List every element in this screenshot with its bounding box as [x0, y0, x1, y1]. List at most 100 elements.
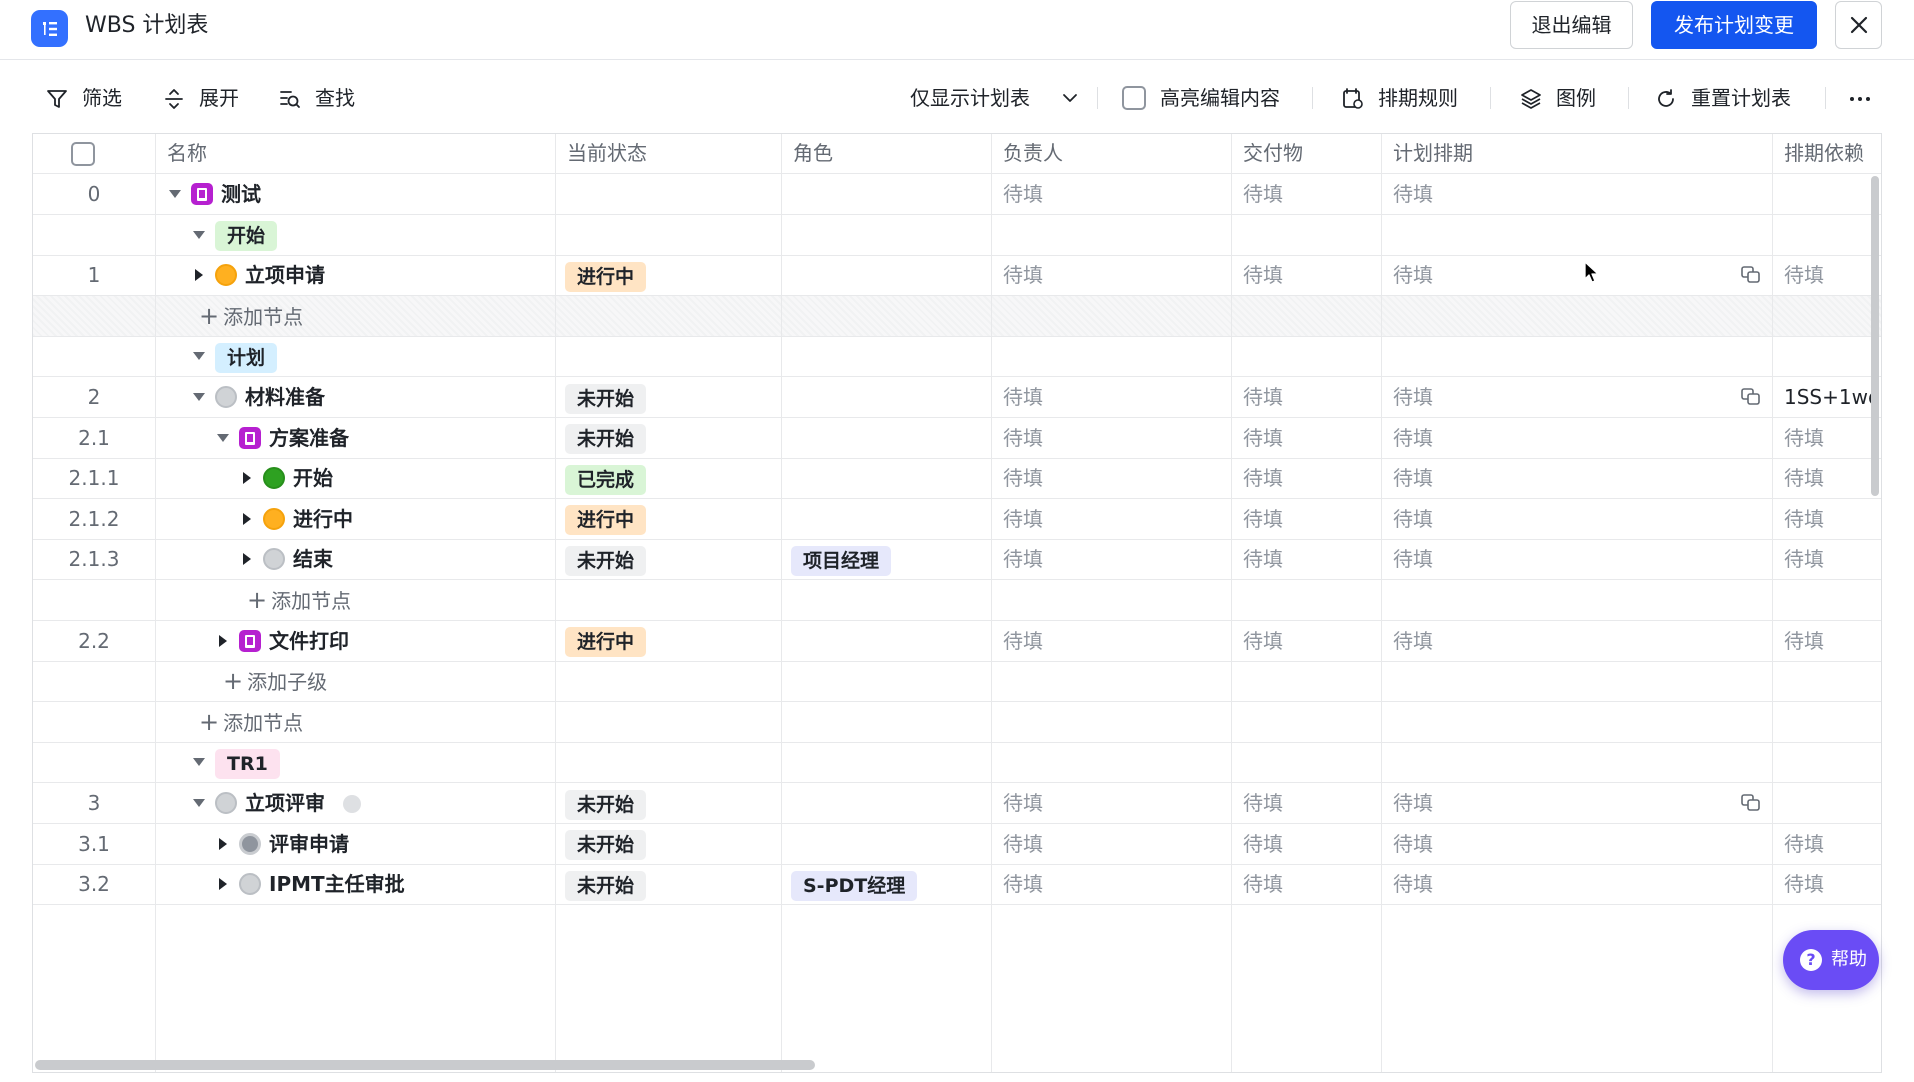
table-row[interactable]: 2.1 方案准备 未开始 待填 待填 待填 待填 — [33, 418, 1881, 459]
status-cell[interactable]: 未开始 — [565, 864, 647, 904]
expand-caret-icon[interactable] — [239, 499, 255, 539]
copy-icon[interactable] — [1741, 794, 1761, 812]
horizontal-scrollbar[interactable] — [35, 1060, 815, 1070]
status-cell[interactable]: 未开始 — [565, 418, 647, 458]
table-row[interactable]: 2.1.2 进行中 进行中 待填 待填 待填 待填 — [33, 499, 1881, 540]
schedule-rules-button[interactable]: 排期规则 — [1342, 83, 1472, 113]
table-row[interactable]: 计划 — [33, 336, 1881, 378]
schedule-cell[interactable]: 待填 — [1393, 864, 1433, 904]
table-row[interactable]: + 添加节点 — [33, 295, 1881, 337]
owner-cell[interactable]: 待填 — [1003, 864, 1043, 904]
deliverable-cell[interactable]: 待填 — [1243, 377, 1283, 417]
role-cell[interactable]: S-PDT经理 — [791, 864, 918, 904]
add-node-button[interactable]: + 添加节点 — [199, 702, 303, 742]
column-header-deliverable[interactable]: 交付物 — [1243, 134, 1303, 173]
role-cell[interactable]: 项目经理 — [791, 539, 892, 579]
status-cell[interactable]: 进行中 — [565, 621, 647, 661]
status-cell[interactable]: 未开始 — [565, 824, 647, 864]
dependency-cell[interactable]: 待填 — [1784, 255, 1881, 295]
table-row[interactable]: + 添加子级 — [33, 661, 1881, 703]
collapse-caret-icon[interactable] — [191, 377, 207, 417]
status-cell[interactable]: 未开始 — [565, 539, 647, 579]
owner-cell[interactable]: 待填 — [1003, 418, 1043, 458]
select-all-checkbox[interactable] — [71, 142, 95, 166]
expand-caret-icon[interactable] — [215, 864, 231, 904]
status-cell[interactable]: 未开始 — [565, 377, 647, 417]
table-row[interactable]: 2 材料准备 未开始 待填 待填 待填 1SS+1wd, — [33, 377, 1881, 418]
owner-cell[interactable]: 待填 — [1003, 539, 1043, 579]
schedule-cell[interactable]: 待填 — [1393, 377, 1433, 417]
help-button[interactable]: ? 帮助 — [1783, 930, 1879, 990]
owner-cell[interactable]: 待填 — [1003, 499, 1043, 539]
table-row[interactable]: 3.2 IPMT主任审批 未开始 S-PDT经理 待填 待填 待填 待填 — [33, 864, 1881, 906]
highlight-checkbox[interactable] — [1122, 86, 1146, 110]
owner-cell[interactable]: 待填 — [1003, 174, 1043, 214]
copy-icon[interactable] — [1741, 266, 1761, 284]
copy-icon[interactable] — [1741, 388, 1761, 406]
dependency-cell[interactable]: 待填 — [1784, 621, 1881, 661]
add-node-button[interactable]: + 添加节点 — [199, 296, 303, 336]
column-header-role[interactable]: 角色 — [793, 134, 833, 173]
deliverable-cell[interactable]: 待填 — [1243, 539, 1283, 579]
column-header-name[interactable]: 名称 — [167, 134, 207, 173]
column-header-status[interactable]: 当前状态 — [567, 134, 647, 173]
legend-button[interactable]: 图例 — [1520, 83, 1610, 113]
schedule-cell[interactable]: 待填 — [1393, 418, 1433, 458]
view-select[interactable]: 仅显示计划表 — [910, 83, 1082, 113]
table-row[interactable]: TR1 — [33, 742, 1881, 784]
dependency-cell[interactable]: 1SS+1wd, — [1784, 377, 1881, 417]
reset-plan-button[interactable]: 重置计划表 — [1655, 83, 1805, 113]
schedule-cell[interactable]: 待填 — [1393, 539, 1433, 579]
schedule-cell[interactable]: 待填 — [1393, 783, 1433, 823]
collapse-caret-icon[interactable] — [191, 742, 207, 782]
task-name[interactable]: 测试 — [221, 174, 261, 214]
collapse-caret-icon[interactable] — [167, 174, 183, 214]
table-row[interactable]: + 添加节点 — [33, 580, 1881, 621]
highlight-edits-toggle[interactable]: 高亮编辑内容 — [1122, 83, 1292, 113]
schedule-cell[interactable]: 待填 — [1393, 824, 1433, 864]
expand-caret-icon[interactable] — [215, 621, 231, 661]
deliverable-cell[interactable]: 待填 — [1243, 418, 1283, 458]
expand-caret-icon[interactable] — [239, 539, 255, 579]
dependency-cell[interactable]: 待填 — [1784, 539, 1881, 579]
task-name[interactable]: 开始 — [293, 458, 333, 498]
filter-button[interactable]: 筛选 — [46, 83, 126, 113]
add-node-button[interactable]: + 添加节点 — [247, 580, 351, 620]
task-name[interactable]: 评审申请 — [269, 824, 349, 864]
close-button[interactable] — [1835, 1, 1882, 49]
table-row[interactable]: + 添加节点 — [33, 702, 1881, 743]
table-row[interactable]: 2.1.1 开始 已完成 待填 待填 待填 待填 — [33, 458, 1881, 500]
status-cell[interactable]: 进行中 — [565, 499, 647, 539]
add-node-button[interactable]: + 添加子级 — [223, 661, 327, 701]
task-name[interactable]: 立项申请 — [245, 255, 325, 295]
task-name[interactable]: 材料准备 — [245, 377, 325, 417]
collapse-caret-icon[interactable] — [191, 336, 207, 376]
deliverable-cell[interactable]: 待填 — [1243, 499, 1283, 539]
status-cell[interactable]: 进行中 — [565, 255, 647, 295]
collapse-caret-icon[interactable] — [215, 418, 231, 458]
status-cell[interactable]: 未开始 — [565, 783, 647, 823]
table-row[interactable]: 1 立项申请 进行中 待填 待填 待填 待填 — [33, 255, 1881, 297]
task-name[interactable]: 文件打印 — [269, 621, 349, 661]
vertical-scrollbar[interactable] — [1871, 176, 1879, 496]
deliverable-cell[interactable]: 待填 — [1243, 783, 1283, 823]
exit-edit-button[interactable]: 退出编辑 — [1510, 1, 1633, 49]
collapse-caret-icon[interactable] — [191, 783, 207, 823]
deliverable-cell[interactable]: 待填 — [1243, 458, 1283, 498]
more-button[interactable] — [1848, 83, 1878, 113]
deliverable-cell[interactable]: 待填 — [1243, 174, 1283, 214]
schedule-cell[interactable]: 待填 — [1393, 621, 1433, 661]
table-row[interactable]: 2.2 文件打印 进行中 待填 待填 待填 待填 — [33, 621, 1881, 662]
owner-cell[interactable]: 待填 — [1003, 255, 1043, 295]
dependency-cell[interactable]: 待填 — [1784, 418, 1881, 458]
schedule-cell[interactable]: 待填 — [1393, 255, 1433, 295]
deliverable-cell[interactable]: 待填 — [1243, 255, 1283, 295]
owner-cell[interactable]: 待填 — [1003, 783, 1043, 823]
column-header-schedule[interactable]: 计划排期 — [1393, 134, 1473, 173]
task-name[interactable]: 结束 — [293, 539, 333, 579]
dependency-cell[interactable]: 待填 — [1784, 864, 1881, 904]
task-name[interactable]: 立项评审 — [245, 783, 325, 823]
owner-cell[interactable]: 待填 — [1003, 377, 1043, 417]
task-name[interactable]: 进行中 — [293, 499, 353, 539]
task-name[interactable]: IPMT主任审批 — [269, 864, 405, 904]
